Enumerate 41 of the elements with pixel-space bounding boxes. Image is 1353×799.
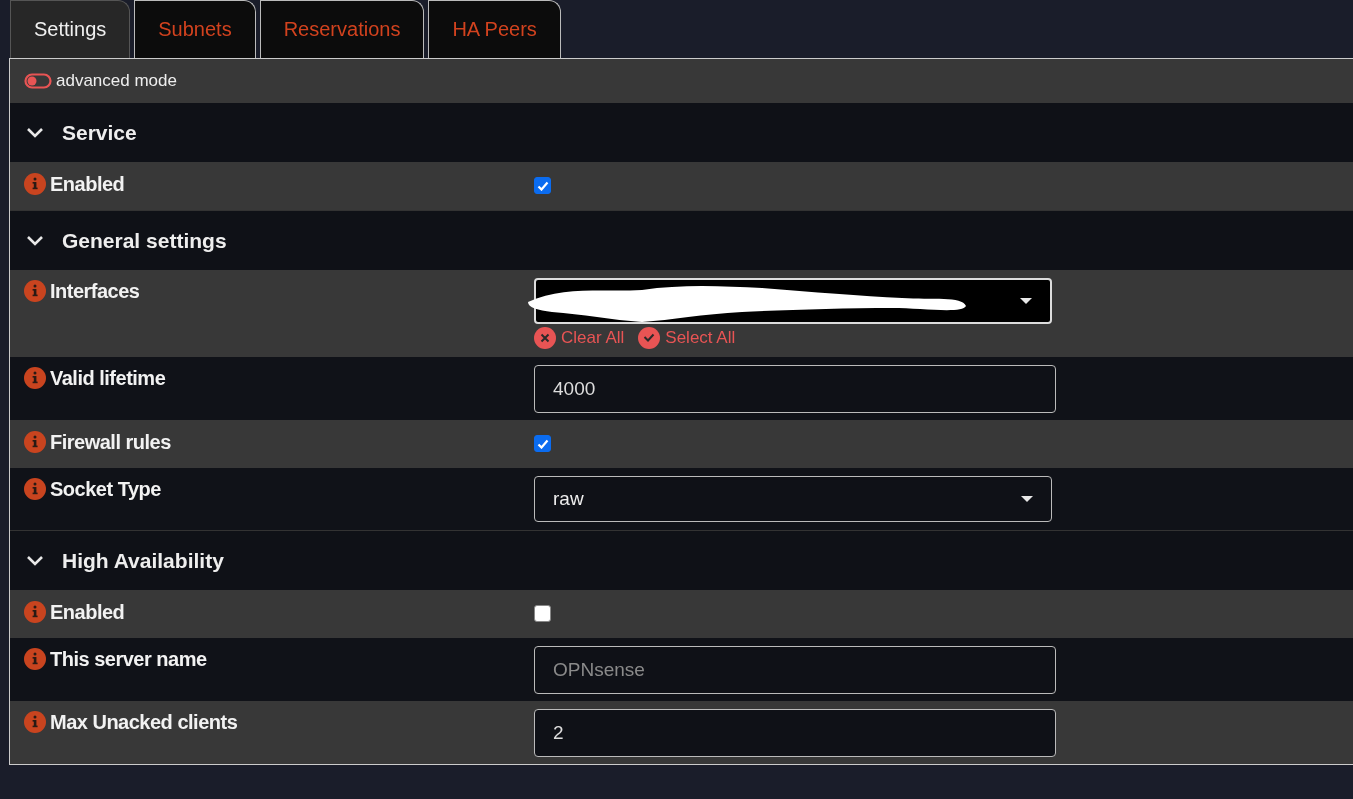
caret-icon [1020,298,1032,304]
section-header[interactable]: General settings [10,210,1353,270]
toggle-label: advanced mode [56,71,177,91]
info-icon[interactable] [24,478,46,500]
input-field[interactable]: OPNsense [534,646,1056,694]
check-icon [536,180,549,191]
input-field[interactable]: 4000 [534,365,1056,413]
checkbox[interactable] [534,177,551,194]
field-label: Max Unacked clients [50,711,238,734]
toggle-switch[interactable] [24,73,52,89]
tab[interactable]: Settings [10,0,131,58]
field-label: Enabled [50,173,125,196]
section-title: Service [62,120,137,145]
tab[interactable]: Reservations [259,0,425,58]
section-header[interactable]: Service [10,103,1353,162]
input-field[interactable]: 2 [534,709,1056,757]
section-title: High Availability [62,548,224,573]
check-icon [638,327,661,349]
caret-icon [1021,496,1033,502]
tab[interactable]: HA Peers [428,0,561,58]
close-icon [534,327,556,349]
field-label: Valid lifetime [50,367,166,390]
info-icon[interactable] [24,173,46,195]
info-icon[interactable] [24,367,46,389]
field-label: Enabled [50,601,125,624]
info-icon[interactable] [24,648,46,670]
field-label: Interfaces [50,280,140,303]
checkbox[interactable] [534,435,551,452]
info-icon[interactable] [24,601,46,623]
info-icon[interactable] [24,280,46,302]
section-title: General settings [62,228,227,253]
info-icon[interactable] [24,431,46,453]
field-label: Firewall rules [50,431,171,454]
check-icon [536,438,549,449]
dropdown[interactable]: raw [534,476,1052,522]
field-label: This server name [50,648,207,671]
checkbox[interactable] [534,605,551,622]
section-header[interactable]: High Availability [10,530,1353,590]
tab[interactable]: Subnets [134,0,256,58]
field-label: Socket Type [50,478,161,501]
info-icon[interactable] [24,711,46,733]
